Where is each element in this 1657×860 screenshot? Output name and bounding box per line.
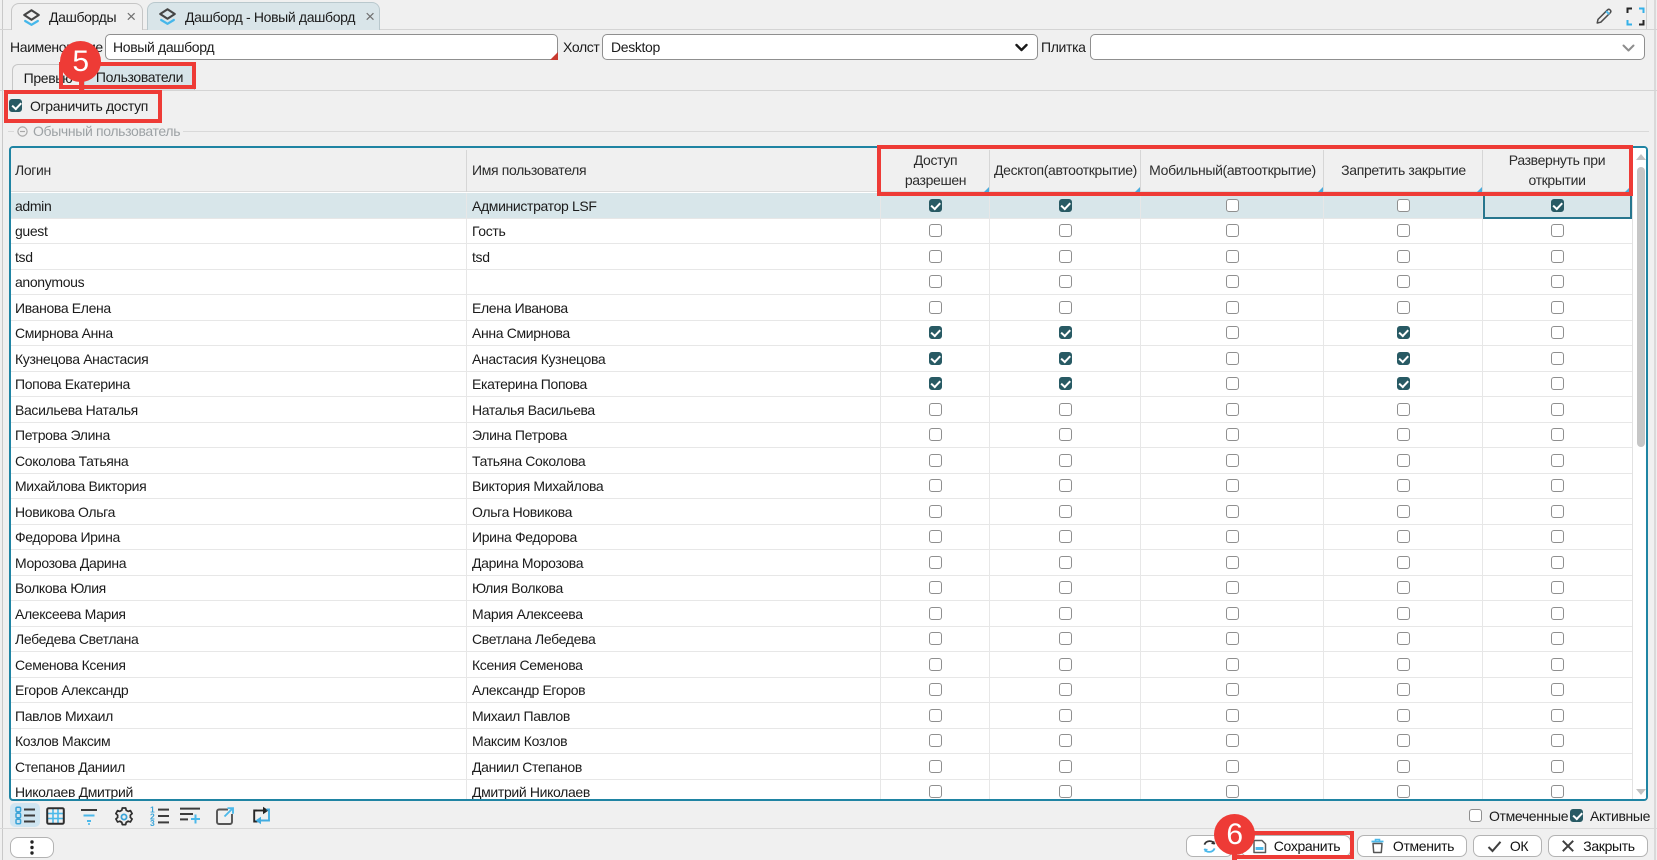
- svg-text:3: 3: [150, 818, 155, 826]
